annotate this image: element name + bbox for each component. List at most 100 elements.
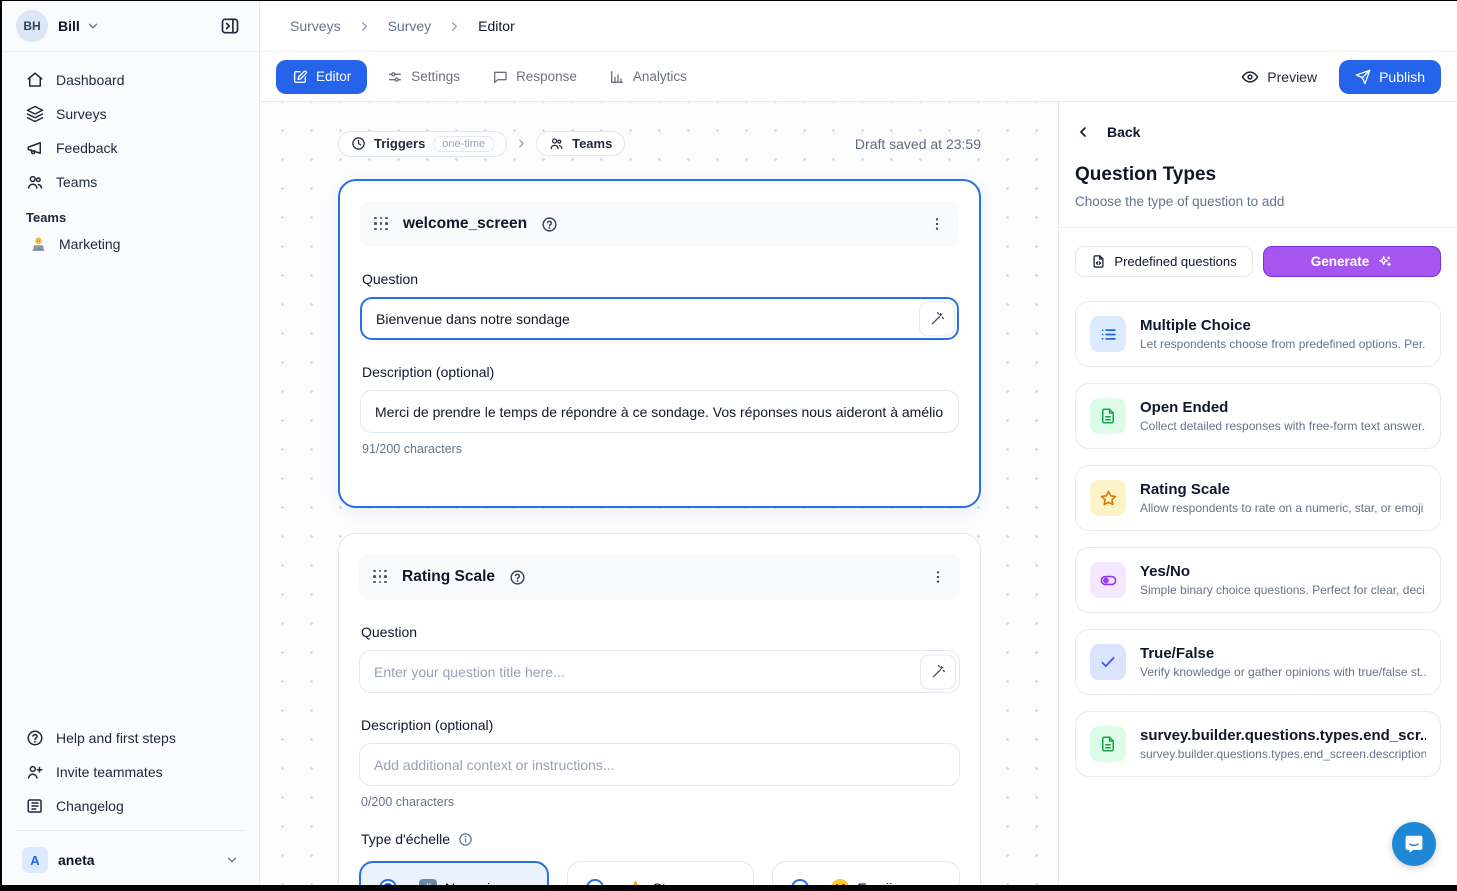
drag-handle-icon[interactable] bbox=[374, 217, 389, 232]
question-description-input[interactable] bbox=[359, 743, 960, 786]
back-button[interactable]: Back bbox=[1075, 124, 1441, 140]
ellipsis-vertical-icon[interactable] bbox=[930, 569, 946, 585]
chevron-left-icon bbox=[1075, 124, 1091, 140]
chevron-right-icon bbox=[515, 137, 528, 150]
clock-icon bbox=[351, 136, 366, 151]
preview-button[interactable]: Preview bbox=[1241, 68, 1317, 86]
sidebar-item-invite[interactable]: Invite teammates bbox=[12, 756, 249, 788]
chevron-right-icon bbox=[357, 19, 372, 34]
predefined-questions-label: Predefined questions bbox=[1114, 254, 1236, 269]
ai-rewrite-button[interactable] bbox=[920, 654, 956, 689]
question-description-input[interactable] bbox=[360, 390, 959, 433]
tab-label: Analytics bbox=[633, 69, 687, 84]
help-circle-icon[interactable] bbox=[509, 569, 526, 586]
char-counter: 0/200 characters bbox=[361, 795, 960, 809]
drag-handle-icon[interactable] bbox=[373, 570, 388, 585]
newspaper-icon bbox=[26, 797, 44, 815]
question-field-label: Question bbox=[361, 624, 960, 640]
question-card-title: Rating Scale bbox=[402, 568, 495, 586]
description-field-label: Description (optional) bbox=[362, 364, 959, 380]
sidebar-item-teams[interactable]: Teams bbox=[12, 166, 249, 198]
survey-canvas: Triggers one-time Teams Draft sav bbox=[260, 102, 1058, 891]
question-card-welcome-screen[interactable]: welcome_screen Question bbox=[338, 179, 981, 508]
pencil-square-icon bbox=[292, 69, 308, 85]
question-card-rating-scale[interactable]: Rating Scale Question bbox=[338, 533, 981, 891]
workspace-name: Bill bbox=[58, 18, 80, 34]
bar-chart-icon bbox=[609, 69, 625, 85]
question-title-input[interactable] bbox=[359, 650, 960, 693]
help-circle-icon[interactable] bbox=[541, 216, 558, 233]
sidebar-item-help[interactable]: Help and first steps bbox=[12, 722, 249, 754]
triggers-chip[interactable]: Triggers one-time bbox=[338, 131, 507, 157]
help-circle-icon bbox=[26, 729, 44, 747]
tab-analytics[interactable]: Analytics bbox=[597, 61, 699, 93]
sidebar-item-label: Dashboard bbox=[56, 72, 125, 88]
toggle-icon bbox=[1090, 562, 1126, 598]
canvas-chip-row: Triggers one-time Teams Draft sav bbox=[338, 130, 981, 157]
magic-wand-icon bbox=[929, 311, 945, 327]
sidebar-item-feedback[interactable]: Feedback bbox=[12, 132, 249, 164]
question-type-title: Open Ended bbox=[1140, 399, 1426, 416]
ellipsis-vertical-icon[interactable] bbox=[929, 216, 945, 232]
question-type-true-false[interactable]: True/False Verify knowledge or gather op… bbox=[1075, 629, 1441, 695]
tab-response[interactable]: Response bbox=[480, 61, 589, 93]
question-type-description: Collect detailed responses with free-for… bbox=[1140, 419, 1426, 433]
sidebar-footer: Help and first steps Invite teammates Ch… bbox=[2, 714, 259, 891]
app-window: BH Bill Dashboard Surv bbox=[2, 1, 1457, 891]
panel-title: Question Types bbox=[1075, 164, 1441, 186]
generate-button[interactable]: Generate bbox=[1263, 246, 1441, 277]
editor-toolbar: Editor Settings Response Analytics bbox=[260, 52, 1457, 102]
tab-settings[interactable]: Settings bbox=[375, 61, 472, 93]
sidebar-item-label: Help and first steps bbox=[56, 730, 176, 746]
panel-toggle-icon bbox=[220, 16, 240, 36]
teams-chip-label: Teams bbox=[572, 136, 612, 151]
account-menu[interactable]: A aneta bbox=[12, 839, 249, 881]
question-type-yes-no[interactable]: Yes/No Simple binary choice questions. P… bbox=[1075, 547, 1441, 613]
sidebar-item-dashboard[interactable]: Dashboard bbox=[12, 64, 249, 96]
list-icon bbox=[1090, 316, 1126, 352]
generate-label: Generate bbox=[1311, 254, 1370, 269]
question-title-input[interactable] bbox=[360, 297, 959, 340]
workspace-avatar: BH bbox=[16, 10, 48, 42]
sidebar-item-changelog[interactable]: Changelog bbox=[12, 790, 249, 822]
question-type-rating-scale[interactable]: Rating Scale Allow respondents to rate o… bbox=[1075, 465, 1441, 531]
breadcrumb: Surveys Survey Editor bbox=[260, 1, 1457, 52]
breadcrumb-survey[interactable]: Survey bbox=[388, 18, 432, 34]
sidebar: BH Bill Dashboard Surv bbox=[2, 1, 260, 891]
sidebar-item-label: Changelog bbox=[56, 798, 124, 814]
question-card-header: Rating Scale bbox=[359, 554, 960, 600]
document-icon bbox=[1090, 726, 1126, 762]
eye-icon bbox=[1241, 68, 1259, 86]
team-name: Marketing bbox=[59, 236, 120, 252]
question-type-title: Rating Scale bbox=[1140, 481, 1426, 498]
question-type-description: Verify knowledge or gather opinions with… bbox=[1140, 665, 1426, 679]
tab-editor[interactable]: Editor bbox=[276, 60, 367, 94]
teams-chip[interactable]: Teams bbox=[536, 131, 625, 156]
chat-launcher-button[interactable] bbox=[1392, 822, 1436, 866]
check-icon bbox=[1090, 644, 1126, 680]
sidebar-item-team-marketing[interactable]: Marketing bbox=[12, 229, 249, 259]
question-type-description: survey.builder.questions.types.end_scree… bbox=[1140, 747, 1426, 761]
teams-section-label: Teams bbox=[12, 200, 249, 229]
sidebar-collapse-button[interactable] bbox=[215, 11, 245, 41]
question-type-end-screen[interactable]: survey.builder.questions.types.end_scr..… bbox=[1075, 711, 1441, 777]
question-types-panel: Back Question Types Choose the type of q… bbox=[1058, 102, 1457, 891]
workspace-switcher[interactable]: BH Bill bbox=[2, 1, 259, 52]
ai-rewrite-button[interactable] bbox=[919, 301, 955, 336]
question-type-open-ended[interactable]: Open Ended Collect detailed responses wi… bbox=[1075, 383, 1441, 449]
sidebar-nav: Dashboard Surveys Feedback Teams bbox=[2, 52, 259, 259]
layers-icon bbox=[26, 105, 44, 123]
chevron-down-icon bbox=[86, 19, 100, 33]
technologist-emoji-icon bbox=[30, 236, 47, 252]
sidebar-item-label: Teams bbox=[56, 174, 97, 190]
question-type-description: Allow respondents to rate on a numeric, … bbox=[1140, 501, 1426, 515]
predefined-questions-button[interactable]: Predefined questions bbox=[1075, 246, 1253, 277]
publish-button[interactable]: Publish bbox=[1339, 60, 1441, 94]
chevron-right-icon bbox=[447, 19, 462, 34]
question-type-multiple-choice[interactable]: Multiple Choice Let respondents choose f… bbox=[1075, 301, 1441, 367]
question-type-description: Simple binary choice questions. Perfect … bbox=[1140, 583, 1426, 597]
question-field-label: Question bbox=[362, 271, 959, 287]
sidebar-item-surveys[interactable]: Surveys bbox=[12, 98, 249, 130]
breadcrumb-surveys[interactable]: Surveys bbox=[290, 18, 341, 34]
question-type-title: Yes/No bbox=[1140, 563, 1426, 580]
